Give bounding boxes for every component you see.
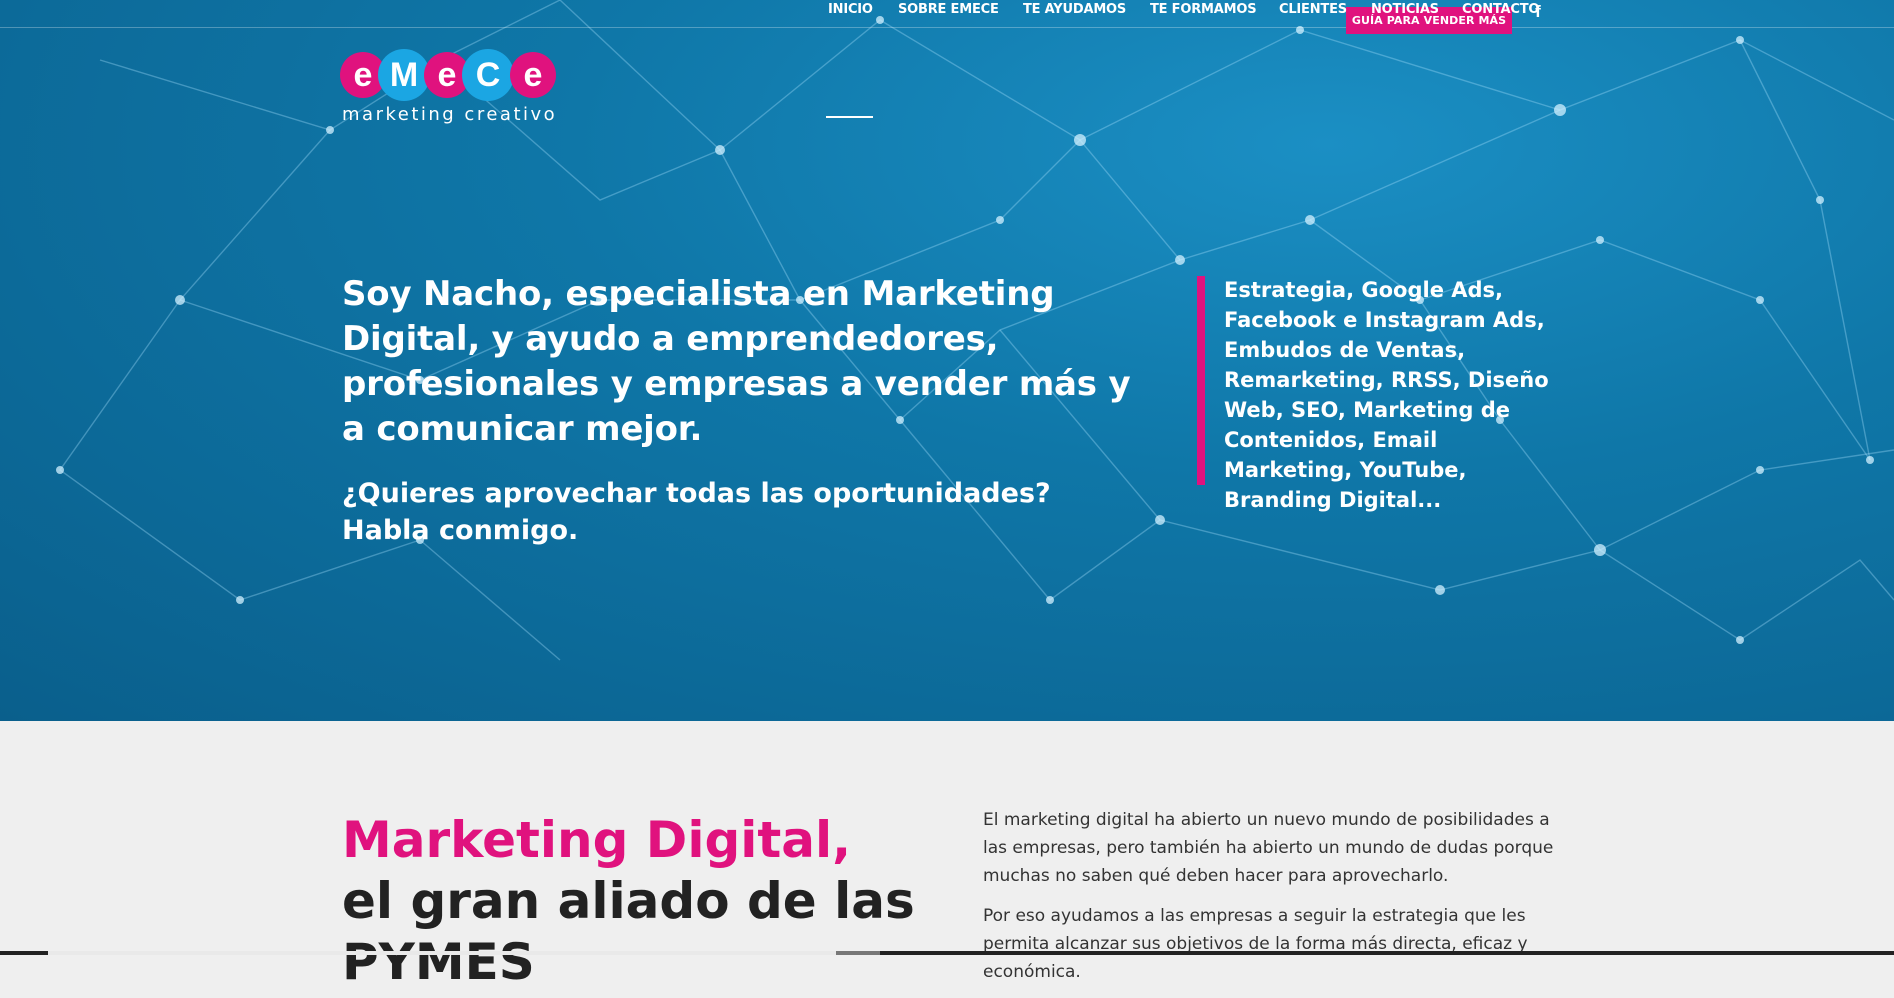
nav-item-te-ayudamos[interactable]: TE AYUDAMOS xyxy=(1023,0,1126,20)
nav-item-te-formamos[interactable]: TE FORMAMOS xyxy=(1150,0,1257,20)
intro-title-line3: PYMES xyxy=(342,933,535,991)
hero-subheadline-line2: Habla conmigo. xyxy=(342,515,579,546)
logo-letter-c: C xyxy=(462,49,514,101)
emece-logo[interactable]: e M e C e marketing creativo xyxy=(340,44,562,130)
hero-section: GUÍA PARA VENDER MÁS f e M e C e marketi… xyxy=(0,0,1894,721)
hero-subheadline-line1: ¿Quieres aprovechar todas las oportunida… xyxy=(342,478,1051,509)
nav-item-sobre-emece[interactable]: SOBRE EMECE xyxy=(898,0,999,20)
top-divider xyxy=(0,27,1894,28)
services-list: Estrategia, Google Ads, Facebook e Insta… xyxy=(1224,278,1549,512)
nav-item-clientes[interactable]: CLIENTES xyxy=(1279,0,1347,20)
logo-tagline: marketing creativo xyxy=(342,104,558,125)
intro-title: Marketing Digital, el gran aliado de las… xyxy=(342,810,982,993)
nav-active-indicator xyxy=(826,116,873,118)
intro-paragraph-2: Por eso ayudamos a las empresas a seguir… xyxy=(983,906,1528,982)
logo-mark: e M e C e xyxy=(340,44,562,104)
nav-item-noticias[interactable]: NOTICIAS xyxy=(1371,0,1439,20)
intro-title-highlight: Marketing Digital, xyxy=(342,811,852,869)
nav-item-contacto[interactable]: CONTACTO xyxy=(1462,0,1539,20)
intro-paragraph-1: El marketing digital ha abierto un nuevo… xyxy=(983,810,1554,886)
hero-subheadline: ¿Quieres aprovechar todas las oportunida… xyxy=(342,475,1102,549)
logo-letter-m: M xyxy=(378,49,430,101)
intro-title-line2: el gran aliado de las xyxy=(342,872,915,930)
nav-item-inicio[interactable]: INICIO xyxy=(828,0,873,20)
intro-text: El marketing digital ha abierto un nuevo… xyxy=(983,806,1563,998)
scrollbar-thumb-secondary xyxy=(836,951,880,955)
scrollbar-thumb[interactable] xyxy=(48,951,836,955)
services-accent-bar xyxy=(1197,276,1205,485)
hero-headline: Soy Nacho, especialista en Marketing Dig… xyxy=(342,274,1131,449)
logo-letter-e3: e xyxy=(510,52,556,98)
